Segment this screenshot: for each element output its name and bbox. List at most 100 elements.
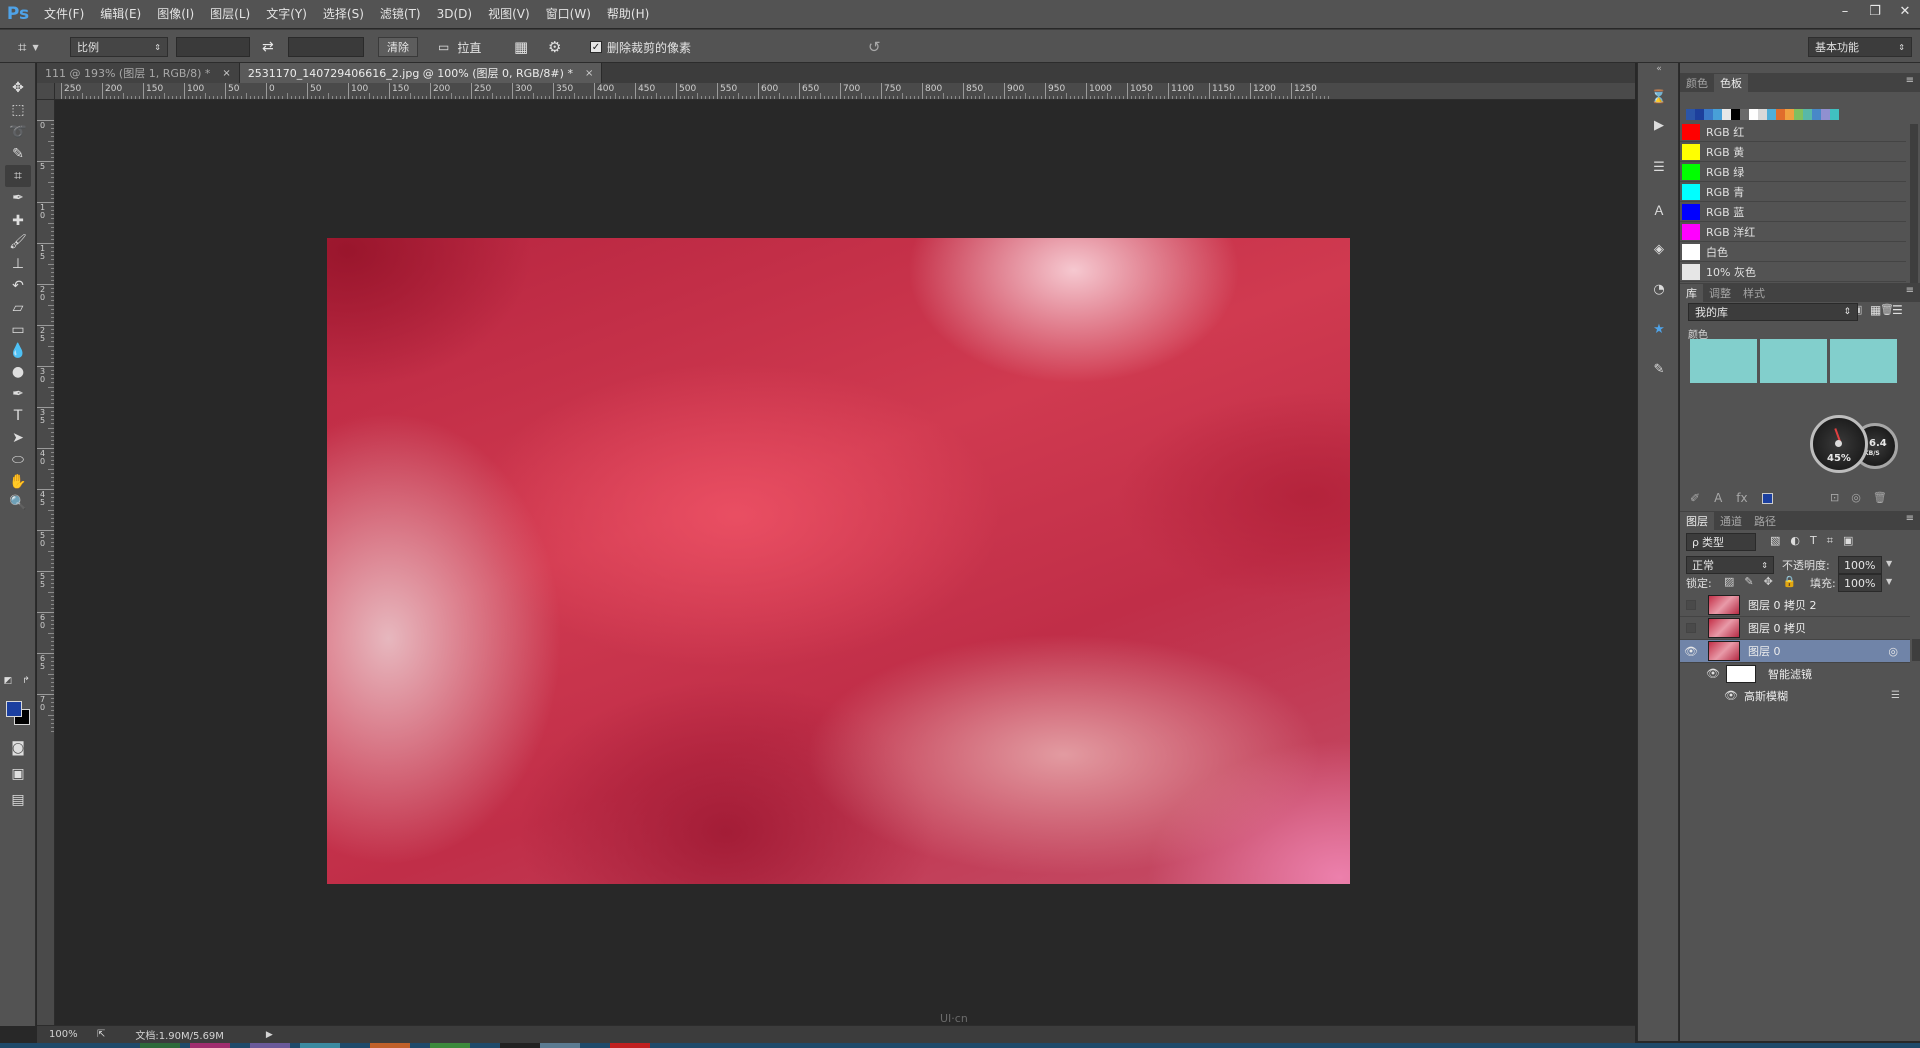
library-color-3[interactable] xyxy=(1830,339,1897,383)
swatch-chip[interactable] xyxy=(1830,109,1839,120)
panel-menu-icon[interactable]: ≡ xyxy=(1906,285,1914,296)
document-tab[interactable]: 2531170_140729406616_2.jpg @ 100% (图层 0,… xyxy=(239,63,603,83)
opacity-slider-arrow-icon[interactable]: ▼ xyxy=(1886,559,1892,568)
collapse-arrows-icon[interactable]: « xyxy=(1647,63,1671,75)
delete-cropped-checkbox[interactable]: ✓ 删除裁剪的像素 xyxy=(590,36,691,58)
close-button[interactable]: ✕ xyxy=(1890,0,1920,22)
tab-swatches[interactable]: 色板 xyxy=(1714,74,1748,92)
lock-image-icon[interactable]: ✎ xyxy=(1744,575,1753,588)
layer-row[interactable]: 👁 图层 0 ◎ xyxy=(1680,640,1910,663)
swatch-list-item[interactable]: RGB 洋红 xyxy=(1680,222,1906,242)
swatch-chip[interactable] xyxy=(1740,109,1749,120)
layer-filter-select[interactable]: ρ 类型 xyxy=(1686,533,1756,551)
menu-item[interactable]: 图层(L) xyxy=(202,0,258,28)
eyedropper-icon[interactable]: ✒ xyxy=(5,187,31,209)
swatch-chip[interactable] xyxy=(1821,109,1830,120)
artboard-icon[interactable]: ▤ xyxy=(5,789,31,811)
menu-item[interactable]: 文字(Y) xyxy=(258,0,315,28)
type-icon[interactable]: T xyxy=(5,405,31,427)
smart-filter-mask[interactable] xyxy=(1726,664,1756,683)
reset-button[interactable]: ↺ xyxy=(868,36,881,58)
canvas-area[interactable]: UI·cn xyxy=(55,100,1635,1025)
path-select-icon[interactable]: ➤ xyxy=(5,427,31,449)
menu-item[interactable]: 选择(S) xyxy=(315,0,372,28)
tab-styles[interactable]: 样式 xyxy=(1737,284,1771,302)
swap-colors-icon[interactable]: ↱ xyxy=(20,675,32,687)
brush-presets-icon[interactable]: ✎ xyxy=(1647,357,1671,381)
lock-transparent-icon[interactable]: ▨ xyxy=(1724,575,1734,588)
pen-icon[interactable]: ✒ xyxy=(5,383,31,405)
close-icon[interactable]: × xyxy=(585,68,593,79)
taskbar-item[interactable] xyxy=(610,1043,650,1048)
swatch-chip[interactable] xyxy=(1812,109,1821,120)
swatch-list-item[interactable]: 白色 xyxy=(1680,242,1906,262)
quick-select-icon[interactable]: ✎ xyxy=(5,143,31,165)
sync-icon[interactable]: ◎ xyxy=(1851,491,1861,504)
swatch-chip[interactable] xyxy=(1731,109,1740,120)
swatch-chip[interactable] xyxy=(1722,109,1731,120)
swatch-chip[interactable] xyxy=(1749,109,1758,120)
zoom-icon[interactable]: 🔍 xyxy=(5,492,31,514)
eye-icon[interactable]: 👁 xyxy=(1680,667,1726,680)
lock-position-icon[interactable]: ✥ xyxy=(1764,575,1773,588)
swatch-chip[interactable] xyxy=(1785,109,1794,120)
swatch-chip[interactable] xyxy=(1776,109,1785,120)
shape-filter-icon[interactable]: ⌗ xyxy=(1827,534,1833,548)
swatch-list-item[interactable]: RGB 绿 xyxy=(1680,162,1906,182)
tab-channels[interactable]: 通道 xyxy=(1714,512,1748,530)
foreground-color-swatch[interactable] xyxy=(6,701,22,717)
visibility-toggle[interactable] xyxy=(1680,617,1702,640)
tool-preset-picker[interactable]: ⌗ ▼ xyxy=(18,36,39,58)
clear-button[interactable]: 清除 xyxy=(378,36,418,58)
pixel-filter-icon[interactable]: ▧ xyxy=(1770,534,1780,548)
timeline-icon[interactable]: ◔ xyxy=(1647,277,1671,301)
status-menu-arrow-icon[interactable]: ▶ xyxy=(266,1030,273,1040)
lock-all-icon[interactable]: 🔒 xyxy=(1783,575,1797,588)
fill-input[interactable]: 100% xyxy=(1838,574,1882,592)
quick-mask-icon[interactable]: ◙ xyxy=(5,737,31,759)
dodge-icon[interactable]: ● xyxy=(5,361,31,383)
trash-icon[interactable]: 🗑 xyxy=(1873,491,1887,504)
adjustment-filter-icon[interactable]: ◐ xyxy=(1790,534,1800,548)
menu-item[interactable]: 帮助(H) xyxy=(599,0,657,28)
default-colors-icon[interactable]: ◩ xyxy=(2,675,14,687)
swatch-chip[interactable] xyxy=(1695,109,1704,120)
crop-icon[interactable]: ⌗ xyxy=(5,165,31,187)
smart-filters-row[interactable]: 👁 智能滤镜 xyxy=(1680,662,1910,685)
gradient-icon[interactable]: ▭ xyxy=(5,319,31,341)
menu-item[interactable]: 滤镜(T) xyxy=(372,0,429,28)
swatch-chip[interactable] xyxy=(1767,109,1776,120)
swatch-chip[interactable] xyxy=(1713,109,1722,120)
shape-icon[interactable]: ⬭ xyxy=(5,449,31,471)
eraser-icon[interactable]: ▱ xyxy=(5,297,31,319)
taskbar-item[interactable] xyxy=(300,1043,340,1048)
lasso-icon[interactable]: ➰ xyxy=(5,121,31,143)
swap-button[interactable]: ⇄ xyxy=(262,36,274,58)
tab-layers[interactable]: 图层 xyxy=(1680,512,1714,530)
list-view-icon[interactable]: ☰ xyxy=(1892,303,1903,317)
menu-item[interactable]: 图像(I) xyxy=(149,0,202,28)
swatch-list-item[interactable]: RGB 红 xyxy=(1680,122,1906,142)
swatch-chip[interactable] xyxy=(1803,109,1812,120)
brush-icon[interactable]: 🖌 xyxy=(5,231,31,253)
visibility-toggle[interactable] xyxy=(1680,594,1702,617)
stamp-icon[interactable]: ⊥ xyxy=(5,253,31,275)
restore-button[interactable]: ❐ xyxy=(1860,0,1890,22)
history-brush-icon[interactable]: ↶ xyxy=(5,275,31,297)
tab-color[interactable]: 颜色 xyxy=(1680,74,1714,92)
swatch-scrollbar[interactable] xyxy=(1910,124,1918,300)
screen-mode-icon[interactable]: ▣ xyxy=(5,763,31,785)
swatch-chip[interactable] xyxy=(1686,109,1695,120)
move-icon[interactable]: ✥ xyxy=(5,77,31,99)
taskbar-item[interactable] xyxy=(370,1043,410,1048)
star-icon[interactable]: ★ xyxy=(1647,317,1671,341)
eye-icon[interactable]: 👁 xyxy=(1680,689,1744,702)
overlay-options-button[interactable]: ▦ xyxy=(514,36,528,58)
type-filter-icon[interactable]: T xyxy=(1810,534,1817,548)
swatch-list-item[interactable]: 10% 灰色 xyxy=(1680,262,1906,282)
taskbar-item[interactable] xyxy=(250,1043,290,1048)
minimize-button[interactable]: – xyxy=(1830,0,1860,22)
menu-item[interactable]: 编辑(E) xyxy=(92,0,149,28)
ratio-select[interactable]: 比例 ⇕ xyxy=(70,36,168,58)
fill-slider-arrow-icon[interactable]: ▼ xyxy=(1886,577,1892,586)
